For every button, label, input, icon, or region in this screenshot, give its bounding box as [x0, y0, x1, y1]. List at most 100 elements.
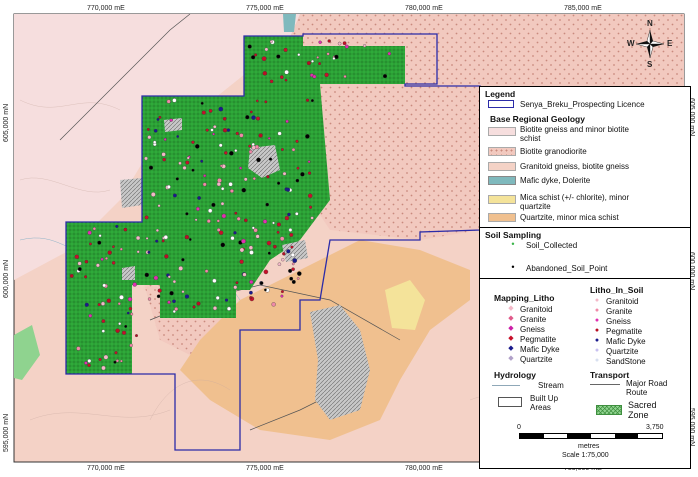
sample-point[interactable] [184, 294, 190, 299]
sample-point[interactable] [280, 148, 284, 151]
sample-point[interactable] [267, 137, 271, 140]
sample-point[interactable] [157, 204, 161, 208]
sample-point[interactable] [218, 106, 224, 112]
sample-point[interactable] [243, 177, 248, 182]
sample-point[interactable] [324, 72, 329, 78]
sample-point[interactable] [255, 116, 261, 121]
sample-point[interactable] [202, 182, 207, 187]
sample-point[interactable] [276, 230, 280, 234]
sample-point[interactable] [84, 259, 89, 264]
sample-point[interactable] [166, 99, 171, 104]
sample-point[interactable] [318, 62, 322, 66]
sample-point[interactable] [135, 235, 141, 241]
sample-point[interactable] [144, 156, 148, 161]
sample-point[interactable] [248, 245, 254, 250]
sample-point[interactable] [101, 365, 106, 371]
sample-point[interactable] [115, 359, 119, 363]
sample-point[interactable] [213, 125, 217, 129]
sample-point[interactable] [235, 281, 239, 285]
sample-point[interactable] [167, 300, 171, 304]
sample-point[interactable] [155, 239, 159, 243]
sample-point[interactable] [310, 99, 314, 103]
sample-point[interactable] [145, 237, 149, 240]
sample-point[interactable] [169, 291, 174, 296]
sample-point[interactable] [197, 196, 201, 200]
sample-point[interactable] [284, 78, 288, 82]
sample-point[interactable] [74, 254, 79, 259]
sample-point[interactable] [150, 192, 156, 197]
sample-point[interactable] [382, 74, 388, 79]
sample-point[interactable] [69, 273, 74, 278]
sample-point[interactable] [261, 56, 267, 62]
sample-point[interactable] [194, 218, 198, 222]
sample-point[interactable] [148, 165, 154, 170]
sample-point[interactable] [92, 227, 97, 231]
sample-point[interactable] [161, 152, 166, 157]
sample-point[interactable] [222, 116, 227, 121]
sample-point[interactable] [251, 115, 256, 120]
sample-point[interactable] [332, 57, 336, 60]
sample-point[interactable] [236, 216, 241, 221]
sample-point[interactable] [343, 74, 347, 79]
sample-point[interactable] [117, 302, 121, 306]
sample-point[interactable] [266, 240, 272, 246]
sample-point[interactable] [222, 128, 228, 133]
sample-point[interactable] [172, 193, 177, 198]
sample-point[interactable] [297, 53, 301, 57]
sample-point[interactable] [277, 181, 281, 185]
sample-point[interactable] [119, 294, 124, 300]
sample-point[interactable] [100, 257, 104, 261]
sample-point[interactable] [218, 143, 223, 148]
sample-point[interactable] [87, 363, 91, 368]
sample-point[interactable] [119, 247, 123, 251]
sample-point[interactable] [147, 297, 152, 301]
sample-point[interactable] [233, 285, 238, 290]
sample-point[interactable] [233, 231, 237, 235]
sample-point[interactable] [115, 224, 119, 228]
sample-point[interactable] [318, 40, 322, 44]
sample-point[interactable] [200, 159, 204, 163]
sample-point[interactable] [106, 298, 111, 303]
sample-point[interactable] [210, 128, 214, 132]
sample-point[interactable] [89, 242, 92, 246]
sample-point[interactable] [279, 75, 284, 79]
sample-point[interactable] [234, 149, 238, 153]
sample-point[interactable] [136, 250, 140, 254]
sample-point[interactable] [296, 277, 300, 280]
sample-point[interactable] [166, 184, 171, 189]
sample-point[interactable] [114, 351, 118, 355]
sample-point[interactable] [87, 230, 92, 235]
sample-point[interactable] [157, 288, 162, 293]
sample-point[interactable] [188, 238, 192, 241]
sample-point[interactable] [284, 69, 289, 75]
sample-point[interactable] [283, 47, 288, 52]
sample-point[interactable] [291, 279, 296, 284]
sample-point[interactable] [221, 213, 227, 219]
sample-point[interactable] [342, 41, 347, 46]
sample-point[interactable] [254, 53, 258, 57]
sample-point[interactable] [311, 59, 314, 63]
sample-point[interactable] [300, 172, 305, 177]
sample-point[interactable] [326, 52, 330, 56]
sample-point[interactable] [76, 346, 81, 351]
sample-point[interactable] [203, 174, 207, 178]
sample-point[interactable] [262, 71, 268, 76]
sample-point[interactable] [135, 334, 138, 338]
sample-point[interactable] [285, 187, 291, 192]
sample-point[interactable] [206, 219, 211, 224]
sample-point[interactable] [144, 272, 149, 278]
sample-point[interactable] [185, 160, 190, 165]
sample-point[interactable] [286, 249, 291, 254]
sample-point[interactable] [101, 329, 105, 333]
sample-point[interactable] [291, 267, 295, 271]
sample-point[interactable] [280, 294, 284, 298]
sample-point[interactable] [84, 275, 88, 279]
sample-point[interactable] [204, 269, 209, 273]
sample-point[interactable] [97, 303, 101, 307]
sample-point[interactable] [161, 239, 165, 243]
sample-point[interactable] [172, 98, 177, 103]
sample-point[interactable] [277, 131, 282, 136]
sample-point[interactable] [247, 44, 252, 49]
sample-point[interactable] [216, 228, 221, 232]
sample-point[interactable] [176, 135, 180, 138]
